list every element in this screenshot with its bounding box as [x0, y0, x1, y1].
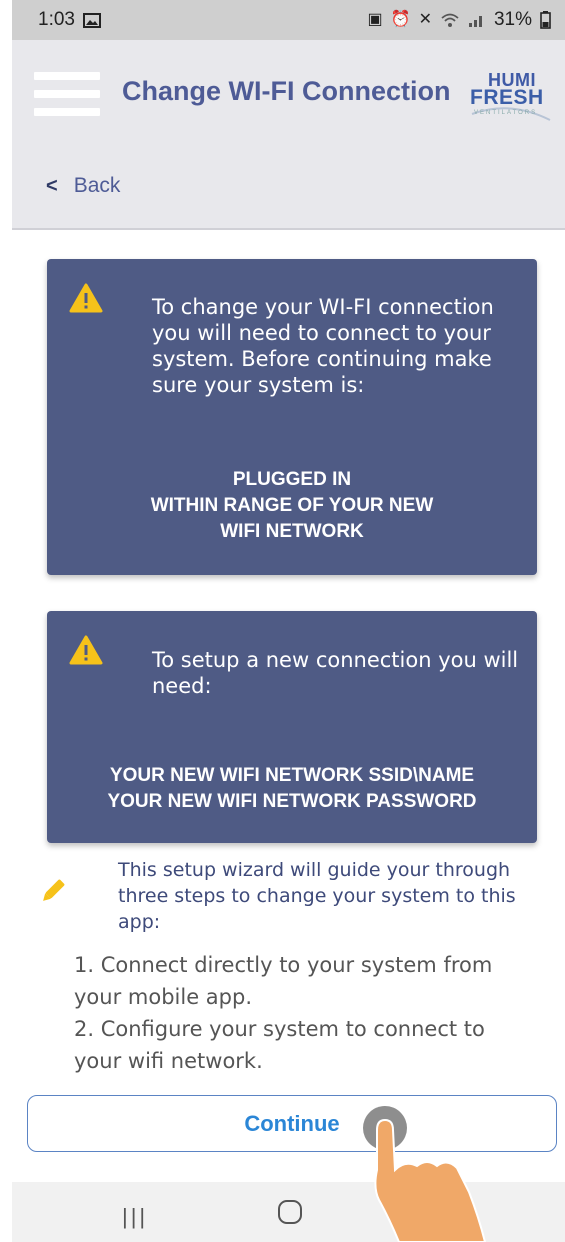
- chevron-left-icon: <: [46, 174, 58, 197]
- requirement-item: WITHIN RANGE OF YOUR NEW: [150, 495, 434, 516]
- recent-apps-icon[interactable]: |||: [122, 1204, 148, 1230]
- back-bar: < Back: [12, 148, 565, 230]
- warning-icon: [69, 283, 103, 313]
- app-header: Change WI-FI Connection HUMI FRESH VENTI…: [12, 40, 565, 148]
- alarm-icon: ⏰: [390, 11, 411, 28]
- warning-icon: [69, 635, 103, 665]
- lock-icon: ▣: [367, 11, 383, 28]
- page-title: Change WI-FI Connection: [122, 76, 451, 106]
- card2-requirements: YOUR NEW WIFI NETWORK SSID\NAME YOUR NEW…: [47, 763, 537, 815]
- card2-message: To setup a new connection you will need:: [152, 648, 519, 698]
- tap-hand-icon: [363, 1106, 487, 1242]
- status-right: ▣ ⏰ ✕ 31%: [368, 9, 551, 31]
- system-requirements-card: To change your WI-FI connection you will…: [47, 259, 537, 575]
- requirement-item: PLUGGED IN: [232, 469, 352, 490]
- status-left: 1:03: [38, 9, 101, 31]
- step-item: 2. Configure your system to connect to y…: [74, 1017, 485, 1073]
- requirement-item: WIFI NETWORK: [220, 521, 364, 542]
- card1-message: To change your WI-FI connection you will…: [152, 295, 494, 397]
- status-bar: 1:03 ▣ ⏰ ✕ 31%: [12, 0, 565, 40]
- logo-bottom: FRESH: [470, 86, 544, 109]
- battery-percent: 31%: [493, 9, 532, 30]
- back-button[interactable]: < Back: [46, 174, 120, 198]
- step-item: 1. Connect directly to your system from …: [74, 953, 493, 1009]
- humifresh-logo: HUMI FRESH VENTILATORS: [470, 70, 552, 122]
- back-label: Back: [73, 174, 121, 197]
- wizard-info-text: This setup wizard will guide your throug…: [118, 859, 516, 933]
- battery-icon: [540, 11, 551, 29]
- logo-tagline: VENTILATORS: [474, 110, 538, 116]
- credentials-card: To setup a new connection you will need:…: [47, 611, 537, 843]
- phone-screen: 1:03 ▣ ⏰ ✕ 31% Change WI-FI Connection H…: [12, 0, 565, 1242]
- pencil-icon: [43, 879, 65, 901]
- signal-icon: [468, 16, 482, 27]
- mute-icon: ✕: [418, 11, 432, 28]
- wifi-icon: [441, 13, 459, 27]
- card1-requirements: PLUGGED IN WITHIN RANGE OF YOUR NEW WIFI…: [47, 467, 537, 545]
- gallery-icon: [82, 12, 101, 28]
- home-icon[interactable]: [278, 1200, 302, 1224]
- status-time: 1:03: [38, 9, 75, 30]
- steps-list: 1. Connect directly to your system from …: [74, 949, 514, 1077]
- menu-icon[interactable]: [34, 72, 100, 116]
- requirement-item: YOUR NEW WIFI NETWORK SSID\NAME: [109, 765, 475, 786]
- requirement-item: YOUR NEW WIFI NETWORK PASSWORD: [107, 791, 477, 812]
